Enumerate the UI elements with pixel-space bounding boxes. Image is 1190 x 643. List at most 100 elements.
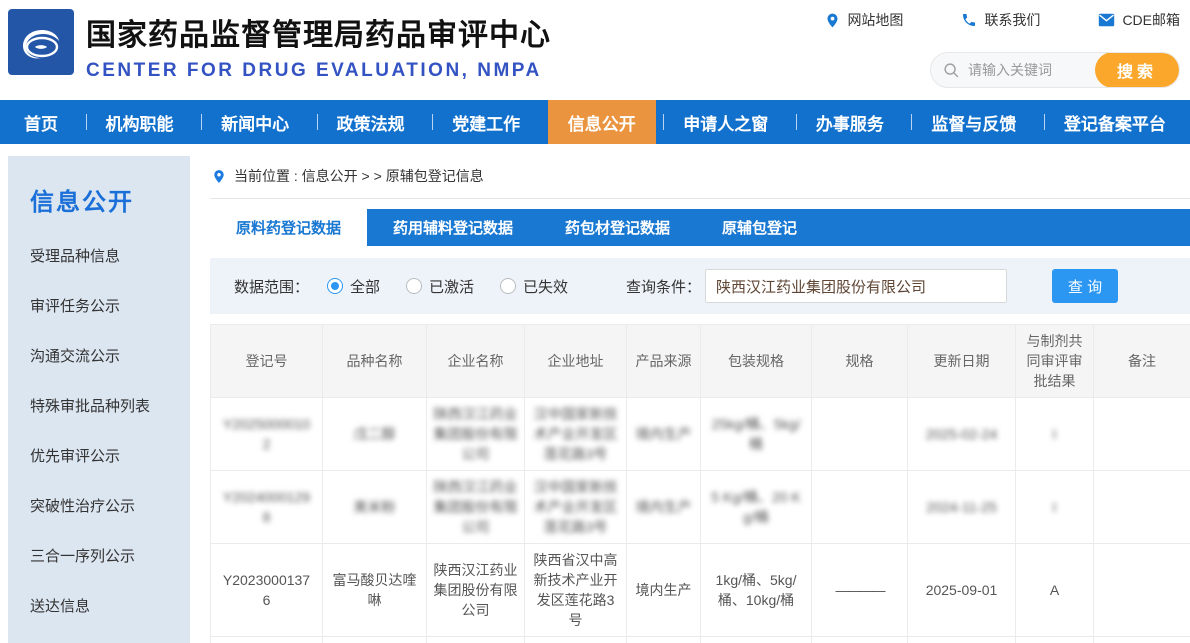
- query-input[interactable]: [705, 269, 1007, 303]
- radio-expired[interactable]: 已失效: [500, 276, 568, 297]
- mail-label: CDE邮箱: [1122, 10, 1180, 30]
- table-cell: 陕西汉江药业集团股份有限公司: [427, 471, 525, 544]
- table-cell: 境内生产: [627, 398, 701, 471]
- sidebar-title: 信息公开: [30, 182, 190, 217]
- column-header: 登记号: [211, 325, 323, 398]
- table-cell: 汉中国家新技术产业开发区莲花路3号: [525, 471, 627, 544]
- tab-raw-aux-pack-registration[interactable]: 原辅包登记: [696, 209, 823, 246]
- quick-links: 网站地图 联系我们 CDE邮箱: [825, 10, 1180, 30]
- radio-expired-control[interactable]: [500, 278, 516, 294]
- table-cell: [427, 637, 525, 643]
- radio-all[interactable]: 全部: [327, 276, 380, 297]
- breadcrumb-text: 当前位置 : 信息公开 > > 原辅包登记信息: [234, 166, 484, 186]
- table-cell: 陕西汉江药业集团股份有限公司: [427, 398, 525, 471]
- contact-link[interactable]: 联系我们: [961, 10, 1040, 30]
- tabs: 原料药登记数据 药用辅料登记数据 药包材登记数据 原辅包登记: [210, 209, 1190, 246]
- mail-icon: [1098, 13, 1115, 27]
- sitemap-label: 网站地图: [847, 10, 903, 30]
- phone-icon: [961, 12, 977, 28]
- table-cell: [1094, 637, 1190, 643]
- radio-all-label: 全部: [350, 276, 380, 297]
- nav-item-home[interactable]: 首页: [4, 100, 78, 144]
- table-row: 汉中高新技术产业开发区: [211, 637, 1190, 643]
- scope-label: 数据范围：: [234, 276, 309, 297]
- site-header: 国家药品监督管理局药品审评中心 CENTER FOR DRUG EVALUATI…: [0, 0, 1190, 100]
- column-header: 规格: [812, 325, 908, 398]
- radio-all-control[interactable]: [327, 278, 343, 294]
- sidebar-item-communication[interactable]: 沟通交流公示: [30, 345, 190, 366]
- column-header: 与制剂共同审评审批结果: [1016, 325, 1094, 398]
- contact-label: 联系我们: [984, 10, 1040, 30]
- nav-item-news[interactable]: 新闻中心: [201, 100, 309, 144]
- table-cell: 25kg/桶、5kg/桶: [701, 398, 812, 471]
- cde-logo[interactable]: [8, 9, 74, 75]
- table-cell: [211, 637, 323, 643]
- column-header: 企业名称: [427, 325, 525, 398]
- table-cell: 富马酸贝达喹啉: [323, 544, 427, 637]
- sidebar-item-special-approval[interactable]: 特殊审批品种列表: [30, 395, 190, 416]
- sidebar-item-three-in-one[interactable]: 三合一序列公示: [30, 545, 190, 566]
- sidebar-item-priority-review[interactable]: 优先审评公示: [30, 445, 190, 466]
- logo-swirl-icon: [15, 16, 67, 68]
- sidebar-item-accepted-varieties[interactable]: 受理品种信息: [30, 245, 190, 266]
- site-subtitle: CENTER FOR DRUG EVALUATION, NMPA: [86, 60, 551, 82]
- column-header: 更新日期: [908, 325, 1016, 398]
- tab-packaging-registration-data[interactable]: 药包材登记数据: [539, 209, 696, 246]
- nav-item-policies[interactable]: 政策法规: [317, 100, 425, 144]
- search-icon: [943, 62, 960, 79]
- registration-table: 登记号品种名称企业名称企业地址产品来源包装规格规格更新日期与制剂共同审评审批结果…: [210, 324, 1190, 643]
- table-cell: 1kg/桶、5kg/桶、10kg/桶: [701, 544, 812, 637]
- table-cell: I: [1016, 398, 1094, 471]
- nav-item-services[interactable]: 办事服务: [796, 100, 904, 144]
- radio-activated-label: 已激活: [429, 276, 474, 297]
- site-titles: 国家药品监督管理局药品审评中心 CENTER FOR DRUG EVALUATI…: [86, 10, 551, 82]
- table-cell: [1016, 637, 1094, 643]
- column-header: 品种名称: [323, 325, 427, 398]
- radio-activated[interactable]: 已激活: [406, 276, 474, 297]
- sidebar-item-delivery-info[interactable]: 送达信息: [30, 595, 190, 616]
- table-cell: [908, 637, 1016, 643]
- search-button[interactable]: 搜索: [1095, 52, 1179, 88]
- table-body: Y20250000102戊二醇陕西汉江药业集团股份有限公司汉中国家新技术产业开发…: [211, 398, 1190, 643]
- table-row: Y20240001298美米粉陕西汉江药业集团股份有限公司汉中国家新技术产业开发…: [211, 471, 1190, 544]
- table-cell: Y20250000102: [211, 398, 323, 471]
- tab-excipient-registration-data[interactable]: 药用辅料登记数据: [367, 209, 539, 246]
- tab-api-registration-data[interactable]: 原料药登记数据: [210, 209, 367, 246]
- radio-expired-label: 已失效: [523, 276, 568, 297]
- sidebar-item-breakthrough-therapy[interactable]: 突破性治疗公示: [30, 495, 190, 516]
- site-title: 国家药品监督管理局药品审评中心: [86, 10, 551, 54]
- main-nav: 首页 机构职能 新闻中心 政策法规 党建工作 信息公开 申请人之窗 办事服务 监…: [0, 100, 1190, 144]
- column-header: 企业地址: [525, 325, 627, 398]
- search-input[interactable]: [960, 62, 1095, 78]
- table-cell: 戊二醇: [323, 398, 427, 471]
- nav-item-registration-platform[interactable]: 登记备案平台: [1044, 100, 1186, 144]
- table-cell: [701, 637, 812, 643]
- query-button[interactable]: 查 询: [1052, 269, 1118, 303]
- table-cell: 境内生产: [627, 471, 701, 544]
- table-cell: 陕西省汉中高新技术产业开发区莲花路3号: [525, 544, 627, 637]
- mail-link[interactable]: CDE邮箱: [1098, 10, 1180, 30]
- table-cell: [1094, 544, 1190, 637]
- filter-bar: 数据范围： 全部 已激活 已失效 查询条件： 查 询: [210, 258, 1190, 314]
- table-cell: A: [1016, 544, 1094, 637]
- nav-item-supervision[interactable]: 监督与反馈: [911, 100, 1036, 144]
- table-cell: 汉中国家新技术产业开发区莲花路3号: [525, 398, 627, 471]
- nav-item-applicant-window[interactable]: 申请人之窗: [663, 100, 788, 144]
- sitemap-link[interactable]: 网站地图: [825, 10, 903, 30]
- table-cell: 美米粉: [323, 471, 427, 544]
- table-cell: Y20240001298: [211, 471, 323, 544]
- nav-item-info-disclosure[interactable]: 信息公开: [548, 100, 656, 144]
- table-cell: [812, 398, 908, 471]
- table-cell: [323, 637, 427, 643]
- table-cell: 5 Kg/桶、20 Kg/桶: [701, 471, 812, 544]
- nav-item-functions[interactable]: 机构职能: [86, 100, 194, 144]
- site-search: 搜索: [930, 52, 1180, 88]
- column-header: 产品来源: [627, 325, 701, 398]
- nav-item-party[interactable]: 党建工作: [432, 100, 540, 144]
- column-header: 备注: [1094, 325, 1190, 398]
- table-cell: [1094, 398, 1190, 471]
- radio-activated-control[interactable]: [406, 278, 422, 294]
- table-row: Y20230001376富马酸贝达喹啉陕西汉江药业集团股份有限公司陕西省汉中高新…: [211, 544, 1190, 637]
- table-cell: 2025-09-01: [908, 544, 1016, 637]
- sidebar-item-review-tasks[interactable]: 审评任务公示: [30, 295, 190, 316]
